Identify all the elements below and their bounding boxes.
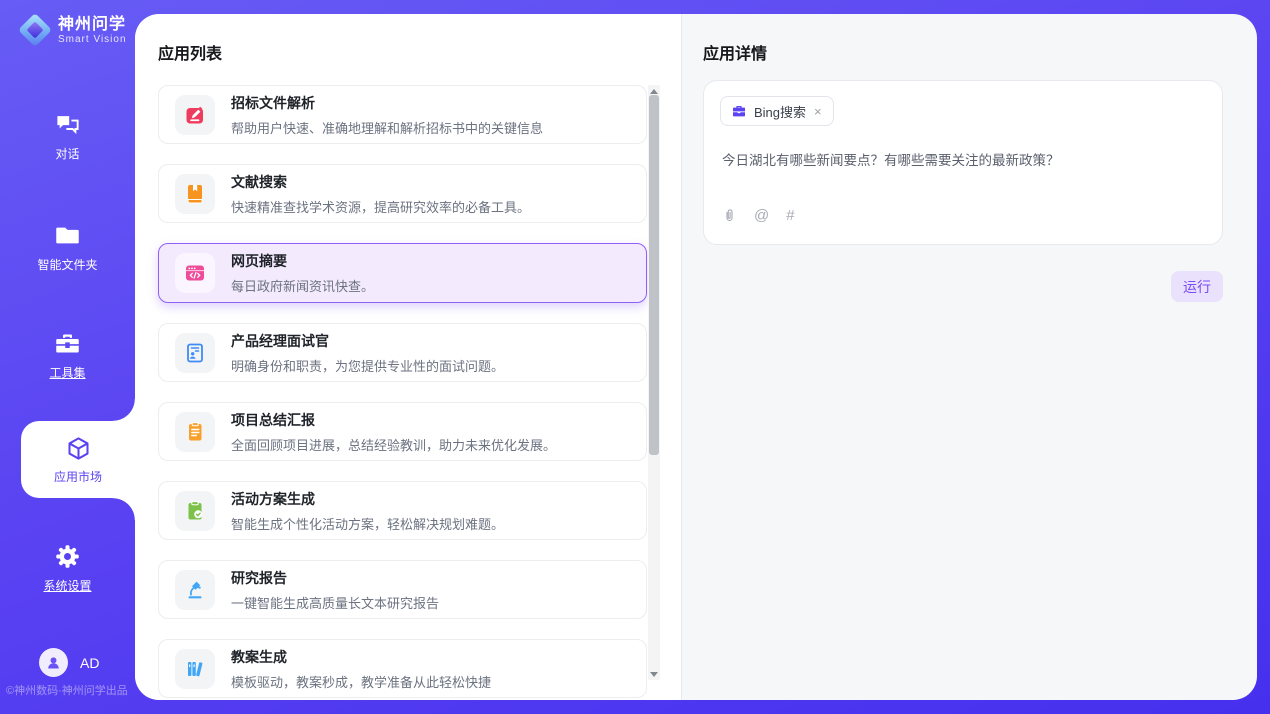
sidebar-item-label: 工具集: [49, 364, 85, 381]
sidebar-item-label: 智能文件夹: [37, 256, 97, 273]
app-detail-panel: 应用详情 Bing搜索 × 今日湖北有哪些新闻要点？有哪些需要关注的最新政策？ …: [683, 14, 1257, 700]
app-card-title: 活动方案生成: [231, 489, 504, 509]
microscope-icon: [183, 578, 207, 602]
copyright-text: ©神州数码·神州问学出品: [6, 682, 135, 698]
app-list: 招标文件解析 帮助用户快速、准确地理解和解析招标书中的关键信息 文献搜索 快速精…: [158, 85, 647, 698]
hashtag-button[interactable]: #: [786, 207, 794, 224]
app-card-desc: 明确身份和职责，为您提供专业性的面试问题。: [231, 356, 504, 375]
list-item-bid-document-parse[interactable]: 招标文件解析 帮助用户快速、准确地理解和解析招标书中的关键信息: [158, 85, 647, 144]
list-item-project-summary[interactable]: 项目总结汇报 全面回顾项目进展，总结经验教训，助力未来优化发展。: [158, 402, 647, 461]
app-card-title: 研究报告: [231, 568, 439, 588]
list-item-lesson-plan[interactable]: 教案生成 模板驱动，教案秒成，教学准备从此轻松快捷: [158, 639, 647, 698]
sidebar-item-smart-folder[interactable]: 智能文件夹: [0, 222, 135, 273]
list-item-web-summary[interactable]: 网页摘要 每日政府新闻资讯快查。: [158, 243, 647, 303]
brand-subtitle: Smart Vision: [58, 34, 127, 45]
app-card-title: 网页摘要: [231, 251, 374, 271]
clipboard-check-icon: [183, 499, 207, 523]
app-card-title: 项目总结汇报: [231, 410, 556, 430]
remove-tag-button[interactable]: ×: [813, 105, 823, 118]
folder-icon: [54, 222, 81, 249]
app-card-desc: 智能生成个性化活动方案，轻松解决规划难题。: [231, 514, 504, 533]
hash-icon: #: [786, 207, 794, 224]
avatar: [39, 648, 68, 677]
tag-label: Bing搜索: [754, 102, 806, 121]
at-icon: @: [754, 207, 769, 224]
browser-code-icon: [183, 261, 207, 285]
prompt-composer[interactable]: Bing搜索 × 今日湖北有哪些新闻要点？有哪些需要关注的最新政策？ @ #: [703, 80, 1223, 245]
sidebar-item-toolset[interactable]: 工具集: [0, 330, 135, 381]
app-card-desc: 一键智能生成高质量长文本研究报告: [231, 593, 439, 612]
list-item-literature-search[interactable]: 文献搜索 快速精准查找学术资源，提高研究效率的必备工具。: [158, 164, 647, 223]
person-icon: [45, 654, 62, 671]
attach-file-button[interactable]: [722, 207, 737, 224]
briefcase-icon: [731, 103, 747, 119]
clipboard-icon: [183, 420, 207, 444]
run-button[interactable]: 运行: [1171, 271, 1223, 302]
sidebar-item-label: 对话: [55, 145, 79, 162]
mention-button[interactable]: @: [754, 207, 769, 224]
sidebar-item-app-market[interactable]: 应用市场: [21, 421, 135, 498]
tool-tag-bing-search[interactable]: Bing搜索 ×: [720, 96, 834, 126]
chat-icon: [54, 111, 81, 138]
cube-icon: [65, 435, 92, 462]
sidebar-item-settings[interactable]: 系统设置: [0, 543, 135, 594]
app-card-desc: 快速精准查找学术资源，提高研究效率的必备工具。: [231, 197, 530, 216]
brand-logo: 神州问学 Smart Vision: [20, 15, 127, 45]
brand-name: 神州问学: [58, 16, 127, 34]
toolbox-icon: [54, 330, 81, 357]
composer-toolbar: @ #: [722, 207, 795, 224]
sidebar: 神州问学 Smart Vision 对话 智能文件夹 工具集 应用市场: [0, 0, 135, 714]
paperclip-icon: [722, 207, 737, 224]
list-item-event-plan[interactable]: 活动方案生成 智能生成个性化活动方案，轻松解决规划难题。: [158, 481, 647, 540]
app-card-title: 教案生成: [231, 647, 491, 667]
resume-person-icon: [183, 341, 207, 365]
user-account[interactable]: AD: [39, 648, 99, 677]
app-card-title: 招标文件解析: [231, 93, 543, 113]
app-detail-title: 应用详情: [703, 40, 767, 64]
scrollbar-thumb[interactable]: [649, 95, 659, 455]
sidebar-item-label: 系统设置: [43, 577, 91, 594]
scrollbar[interactable]: [648, 85, 660, 680]
books-icon: [183, 657, 207, 681]
app-card-desc: 帮助用户快速、准确地理解和解析招标书中的关键信息: [231, 118, 543, 137]
prompt-text[interactable]: 今日湖北有哪些新闻要点？有哪些需要关注的最新政策？: [722, 149, 1202, 169]
list-item-pm-interviewer[interactable]: 产品经理面试官 明确身份和职责，为您提供专业性的面试问题。: [158, 323, 647, 382]
scroll-down-button[interactable]: [648, 668, 660, 680]
document-edit-icon: [183, 103, 207, 127]
gem-logo-icon: [20, 15, 50, 45]
sidebar-item-chat[interactable]: 对话: [0, 111, 135, 162]
main-content: 应用列表 招标文件解析 帮助用户快速、准确地理解和解析招标书中的关键信息: [135, 14, 1257, 700]
list-item-research-report[interactable]: 研究报告 一键智能生成高质量长文本研究报告: [158, 560, 647, 619]
gear-icon: [54, 543, 81, 570]
user-name: AD: [80, 655, 99, 671]
app-card-desc: 每日政府新闻资讯快查。: [231, 276, 374, 295]
app-card-title: 产品经理面试官: [231, 331, 504, 351]
book-icon: [183, 182, 207, 206]
app-list-panel: 应用列表 招标文件解析 帮助用户快速、准确地理解和解析招标书中的关键信息: [135, 14, 682, 700]
sidebar-item-label: 应用市场: [54, 468, 102, 485]
app-list-title: 应用列表: [158, 40, 222, 64]
app-card-desc: 全面回顾项目进展，总结经验教训，助力未来优化发展。: [231, 435, 556, 454]
app-card-title: 文献搜索: [231, 172, 530, 192]
app-card-desc: 模板驱动，教案秒成，教学准备从此轻松快捷: [231, 672, 491, 691]
